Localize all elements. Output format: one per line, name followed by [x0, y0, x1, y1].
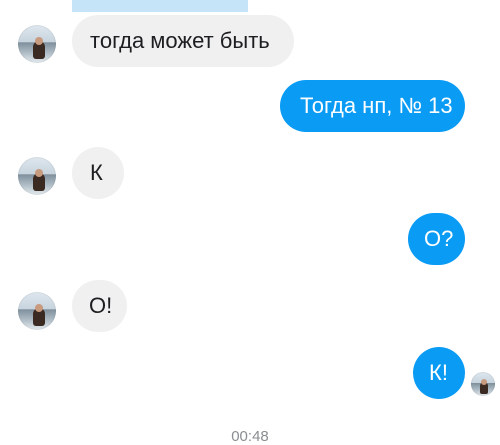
- read-receipt-avatar: [471, 372, 495, 396]
- message-timestamp: 00:48: [231, 428, 269, 445]
- outgoing-message-bubble[interactable]: Тогда нп, № 13: [280, 80, 465, 132]
- previous-message-bubble-edge: [72, 0, 248, 12]
- outgoing-message-bubble[interactable]: О?: [408, 213, 465, 265]
- incoming-message-bubble[interactable]: О!: [72, 280, 127, 332]
- message-text: тогда может быть: [90, 28, 270, 53]
- message-text: К: [90, 160, 103, 185]
- message-text: О!: [89, 293, 113, 318]
- incoming-message-bubble[interactable]: К: [72, 147, 124, 199]
- outgoing-message-bubble[interactable]: К!: [413, 347, 465, 399]
- incoming-message-bubble[interactable]: тогда может быть: [72, 15, 294, 67]
- contact-avatar[interactable]: [18, 292, 56, 330]
- message-text: О?: [424, 226, 454, 251]
- message-text: Тогда нп, № 13: [300, 93, 453, 118]
- message-text: К!: [429, 360, 448, 385]
- contact-avatar[interactable]: [18, 25, 56, 63]
- contact-avatar[interactable]: [18, 157, 56, 195]
